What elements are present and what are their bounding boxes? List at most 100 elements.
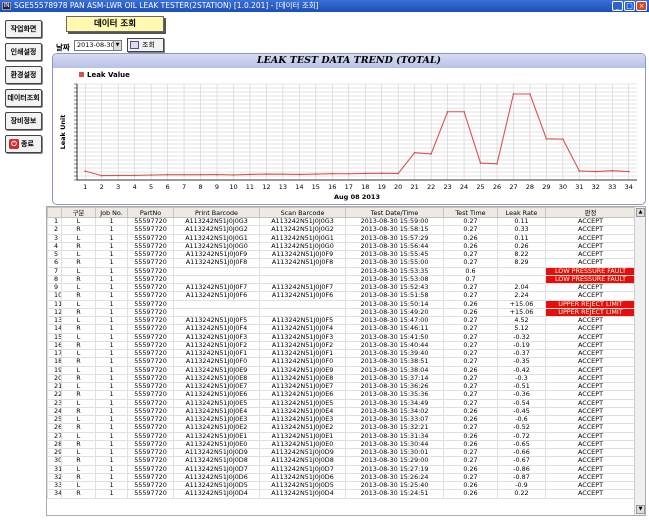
table-row[interactable]: 32 R 1 55597720 A113242N51J0J0D6 A113242N51J0… bbox=[47, 472, 636, 483]
row-index: 30 bbox=[47, 456, 62, 466]
table-row[interactable]: 26 R 1 55597720 A113242N51J0J0E2 A113242N51J0… bbox=[47, 423, 636, 433]
x-tick-label: 26 bbox=[493, 183, 501, 191]
side-cell: R bbox=[61, 439, 96, 450]
column-header-job-no[interactable]: Job No. bbox=[95, 207, 128, 218]
table-row[interactable]: 12 R 1 55597720 2013-08-30 15:49:20 0.26 +15.0… bbox=[47, 307, 636, 318]
print-barcode-cell bbox=[173, 299, 260, 309]
result-cell: ACCEPT bbox=[545, 447, 636, 458]
data-point bbox=[479, 162, 482, 164]
table-row[interactable]: 20 R 1 55597720 A113242N51J0J0E8 A113242N51J0… bbox=[47, 373, 636, 384]
test-datetime-cell: 2013-08-30 15:38:04 bbox=[345, 365, 444, 375]
job-no-cell: 1 bbox=[95, 291, 128, 301]
side-cell: R bbox=[61, 307, 96, 318]
print-barcode-cell: A113242N51J0J0D5 bbox=[173, 480, 260, 491]
leak-rate-cell: -0.52 bbox=[497, 423, 546, 433]
chevron-down-icon[interactable]: ▼ bbox=[113, 41, 121, 50]
result-cell: ACCEPT bbox=[545, 431, 636, 441]
vertical-scrollbar[interactable]: ▲ ▼ bbox=[634, 207, 645, 515]
data-point bbox=[133, 174, 136, 177]
leak-trend-chart: Leak Value1 2 3 4 5 6 7 8 9 10 11 12 13 14 15 16 17 18 19 2… bbox=[59, 71, 637, 201]
column-header-side[interactable]: 구분 bbox=[61, 207, 96, 218]
column-header-part-no[interactable]: PartNo bbox=[127, 207, 174, 218]
scan-barcode-cell: A113242N51J0J0E7 bbox=[259, 381, 346, 392]
close-button[interactable]: × bbox=[636, 1, 647, 11]
test-datetime-cell: 2013-08-30 15:58:15 bbox=[345, 225, 444, 235]
print-barcode-cell: A113242N51J0J0D9 bbox=[173, 447, 260, 458]
side-cell: R bbox=[61, 241, 96, 252]
scan-barcode-cell: A113242N51J0J0F5 bbox=[259, 315, 346, 326]
column-header-leak-rate[interactable]: Leak Rate bbox=[497, 207, 546, 218]
part-no-cell: 55597720 bbox=[127, 241, 174, 252]
table-row[interactable]: 6 R 1 55597720 A113242N51J0J0F8 A113242N51J0J… bbox=[47, 258, 636, 268]
result-cell: ACCEPT bbox=[545, 381, 636, 392]
scroll-down-icon[interactable]: ▼ bbox=[636, 505, 645, 514]
column-header-result[interactable]: 판정 bbox=[545, 207, 636, 218]
table-row[interactable]: 30 R 1 55597720 A113242N51J0J0D8 A113242N51J0… bbox=[47, 456, 636, 466]
column-header-test-datetime[interactable]: Test Date/Time bbox=[345, 207, 444, 218]
table-row[interactable]: 19 L 1 55597720 A113242N51J0J0E9 A113242N51J0… bbox=[47, 365, 636, 375]
maximize-button[interactable]: □ bbox=[624, 1, 635, 11]
window-controls: _ □ × bbox=[612, 1, 647, 11]
scan-barcode-cell: A113242N51J0J0D8 bbox=[259, 456, 346, 466]
scroll-up-icon[interactable]: ▲ bbox=[636, 208, 645, 217]
column-header-scan-barcode[interactable]: Scan Barcode bbox=[259, 207, 346, 218]
table-row[interactable]: 3 L 1 55597720 A113242N51J0J0G1 A113242N51J0J… bbox=[47, 233, 636, 243]
table-row[interactable]: 1 L 1 55597720 A113242N51J0J0G3 A113242N51J0J… bbox=[47, 216, 636, 227]
nav-data-query-button[interactable]: 데이터조회 bbox=[5, 89, 42, 107]
minimize-button[interactable]: _ bbox=[612, 1, 623, 11]
table-row[interactable]: 24 R 1 55597720 A113242N51J0J0E4 A113242N51J0… bbox=[47, 406, 636, 417]
table-row[interactable]: 15 L 1 55597720 A113242N51J0J0F3 A113242N51J0… bbox=[47, 332, 636, 342]
table-row[interactable]: 7 L 1 55597720 2013-08-30 15:53:35 0.6 LOW PRE… bbox=[47, 266, 636, 276]
exit-button[interactable]: ⏻ 종료 bbox=[5, 135, 42, 153]
table-row[interactable]: 31 L 1 55597720 A113242N51J0J0D7 A113242N51J0… bbox=[47, 464, 636, 474]
result-cell: ACCEPT bbox=[545, 315, 636, 326]
part-no-cell: 55597720 bbox=[127, 324, 174, 334]
table-row[interactable]: 9 L 1 55597720 A113242N51J0J0F7 A113242N51J0J… bbox=[47, 282, 636, 293]
data-point bbox=[100, 174, 103, 177]
test-datetime-cell: 2013-08-30 15:51:58 bbox=[345, 291, 444, 301]
data-point bbox=[199, 173, 202, 176]
table-row[interactable]: 10 R 1 55597720 A113242N51J0J0F6 A113242N51J0… bbox=[47, 291, 636, 301]
side-cell: L bbox=[61, 282, 96, 293]
table-row[interactable]: 16 R 1 55597720 A113242N51J0J0F2 A113242N51J0… bbox=[47, 340, 636, 351]
nav-print-settings-button[interactable]: 인쇄설정 bbox=[5, 43, 42, 61]
column-header-test-time[interactable]: Test Time bbox=[443, 207, 498, 218]
test-time-cell: 0.27 bbox=[443, 456, 498, 466]
table-row[interactable]: 23 L 1 55597720 A113242N51J0J0E5 A113242N51J0… bbox=[47, 398, 636, 408]
table-row[interactable]: 29 L 1 55597720 A113242N51J0J0D9 A113242N51J0… bbox=[47, 447, 636, 458]
data-point bbox=[364, 172, 367, 175]
nav-equipment-info-button[interactable]: 장비정보 bbox=[5, 112, 42, 130]
table-row[interactable]: 25 L 1 55597720 A113242N51J0J0E3 A113242N51J0… bbox=[47, 414, 636, 425]
job-no-cell: 1 bbox=[95, 241, 128, 252]
row-index: 13 bbox=[47, 315, 62, 326]
side-cell: R bbox=[61, 258, 96, 268]
date-picker[interactable]: 2013-08-30 ▼ bbox=[74, 40, 122, 51]
table-row[interactable]: 17 L 1 55597720 A113242N51J0J0F1 A113242N51J0… bbox=[47, 348, 636, 359]
table-row[interactable]: 22 R 1 55597720 A113242N51J0J0E6 A113242N51J0… bbox=[47, 390, 636, 400]
data-point bbox=[216, 173, 218, 176]
row-index: 4 bbox=[47, 241, 62, 252]
part-no-cell: 55597720 bbox=[127, 307, 174, 318]
table-row[interactable]: 18 R 1 55597720 A113242N51J0J0F0 A113242N51J0… bbox=[47, 357, 636, 367]
table-row[interactable]: 2 R 1 55597720 A113242N51J0J0G2 A113242N51J0J… bbox=[47, 225, 636, 235]
table-row[interactable]: 11 L 1 55597720 2013-08-30 15:50:14 0.26 +15.0… bbox=[47, 299, 636, 309]
test-datetime-cell: 2013-08-30 15:33:07 bbox=[345, 414, 444, 425]
test-datetime-cell: 2013-08-30 15:31:34 bbox=[345, 431, 444, 441]
table-row[interactable]: 33 L 1 55597720 A113242N51J0J0D5 A113242N51J0… bbox=[47, 480, 636, 491]
column-header-print-barcode[interactable]: Print Barcode bbox=[173, 207, 260, 218]
table-row[interactable]: 27 L 1 55597720 A113242N51J0J0E1 A113242N51J0… bbox=[47, 431, 636, 441]
table-row[interactable]: 4 R 1 55597720 A113242N51J0J0G0 A113242N51J0J… bbox=[47, 241, 636, 252]
table-row[interactable]: 8 R 1 55597720 2013-08-30 15:53:08 0.7 LOW PRE… bbox=[47, 274, 636, 285]
table-row[interactable]: 14 R 1 55597720 A113242N51J0J0F4 A113242N51J0… bbox=[47, 324, 636, 334]
table-row[interactable]: 28 R 1 55597720 A113242N51J0J0E0 A113242N51J0… bbox=[47, 439, 636, 450]
search-button[interactable]: 조회 bbox=[127, 38, 164, 52]
table-row[interactable]: 34 R 1 55597720 A113242N51J0J0D4 A113242N51J0… bbox=[47, 489, 636, 499]
test-time-cell: 0.27 bbox=[443, 225, 498, 235]
table-row[interactable]: 5 L 1 55597720 A113242N51J0J0F9 A113242N51J0J… bbox=[47, 249, 636, 260]
table-row[interactable]: 13 L 1 55597720 A113242N51J0J0F5 A113242N51J0… bbox=[47, 315, 636, 326]
nav-work-screen-button[interactable]: 작업화면 bbox=[5, 20, 42, 38]
table-row[interactable]: 21 L 1 55597720 A113242N51J0J0E7 A113242N51J0… bbox=[47, 381, 636, 392]
leak-rate-cell: -0.67 bbox=[497, 456, 546, 466]
part-no-cell: 55597720 bbox=[127, 249, 174, 260]
nav-environment-settings-button[interactable]: 환경설정 bbox=[5, 66, 42, 84]
